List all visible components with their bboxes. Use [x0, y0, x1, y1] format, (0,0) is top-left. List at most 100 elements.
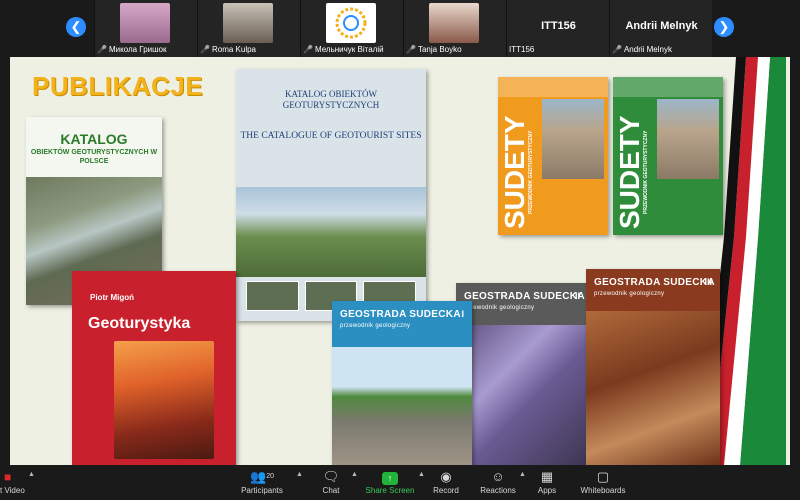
book-catalogue-geotourist: KATALOG OBIEKTÓW GEOTURYSTYCZNYCH THE CA…: [236, 69, 426, 321]
participant-tile[interactable]: 🎤 Мельничук Віталій: [300, 0, 403, 57]
participant-strip: ❮ 🎤 Микола Гришок 🎤 Roma Kulpa 🎤 Мельнич…: [0, 0, 800, 57]
chevron-up-icon[interactable]: ▲: [519, 471, 526, 478]
zoom-meeting-window: ❮ 🎤 Микола Гришок 🎤 Roma Kulpa 🎤 Мельнич…: [0, 0, 800, 500]
book-geoturystyka: Piotr Migoń Geoturystyka: [72, 271, 236, 465]
whiteboards-label: Whiteboards: [580, 486, 626, 495]
book-subtitle: OBIEKTÓW GEOTURYSTYCZNYCH W POLSCE: [30, 149, 158, 165]
participant-namebar: 🎤 Микола Гришок: [97, 43, 166, 55]
record-button[interactable]: ◉ Record: [430, 468, 462, 500]
share-screen-icon: ↑: [382, 472, 398, 485]
book-subtitle: PRZEWODNIK GEOTURYSTYCZNY: [643, 130, 649, 214]
participant-tile[interactable]: 🎤 Микола Гришок: [94, 0, 197, 57]
chevron-right-icon[interactable]: ❯: [714, 17, 734, 37]
chevron-up-icon[interactable]: ▲: [351, 471, 358, 478]
mic-muted-icon: 🎤: [200, 44, 210, 54]
mic-muted-icon: 🎤: [303, 44, 313, 54]
participant-display-name: ITT156: [541, 20, 576, 32]
chevron-left-icon[interactable]: ❮: [66, 17, 86, 37]
participant-video: [429, 3, 479, 43]
book-subtitle: przewodnik geologiczny: [340, 323, 411, 329]
meeting-toolbar: ■ t Video ▲ 👥20 Participants ▲ 🗨 Chat ▲ …: [0, 465, 800, 500]
apps-label: Apps: [537, 486, 557, 495]
book-title: Geoturystyka: [88, 315, 191, 332]
book-cover-photo: [114, 341, 214, 459]
participants-icon: 👥: [250, 469, 267, 484]
stop-video-label: t Video: [0, 486, 25, 495]
book-cover-photo: [456, 325, 588, 465]
book-title: SUDETY: [614, 115, 645, 229]
whiteboards-button[interactable]: ▢ Whiteboards: [578, 468, 628, 500]
participant-video: [223, 3, 273, 43]
chat-icon: 🗨: [322, 469, 340, 484]
video-off-icon: ■: [4, 470, 12, 484]
participants-label: Participants: [241, 486, 283, 495]
book-title: SUDETY: [499, 115, 530, 229]
book-title: KATALOG: [60, 131, 128, 147]
book-volume: I: [461, 309, 464, 319]
book-subtitle: PRZEWODNIK GEOTURYSTYCZNY: [528, 130, 534, 214]
book-title: GEOSTRADA SUDECKA: [340, 309, 461, 320]
reactions-button[interactable]: ☺ Reactions: [478, 468, 518, 500]
record-icon: ◉: [440, 469, 452, 484]
participant-namebar: ITT156: [509, 43, 534, 55]
participant-namebar: 🎤 Tanja Boyko: [406, 43, 462, 55]
mic-muted-icon: 🎤: [612, 44, 622, 54]
participant-tile[interactable]: Andrii Melnyk 🎤 Andrii Melnyk: [609, 0, 712, 57]
stop-video-button[interactable]: ■ t Video: [0, 468, 25, 495]
book-geostrada-i: GEOSTRADA SUDECKA przewodnik geologiczny…: [332, 301, 472, 465]
book-title-pl: KATALOG OBIEKTÓW GEOTURYSTYCZNYCH: [282, 89, 380, 110]
mic-muted-icon: 🎤: [406, 44, 416, 54]
record-label: Record: [433, 486, 459, 495]
participant-name: Мельничук Віталій: [314, 44, 384, 54]
participant-display-name: Andrii Melnyk: [625, 20, 698, 32]
reactions-icon: ☺: [491, 469, 505, 484]
participant-name: Roma Kulpa: [211, 44, 256, 54]
book-cover-photo: [236, 187, 426, 277]
participant-tile[interactable]: 🎤 Tanja Boyko: [403, 0, 506, 57]
participant-video: [326, 3, 376, 43]
book-sudety-green: SUDETY PRZEWODNIK GEOTURYSTYCZNY: [613, 77, 723, 235]
apps-button[interactable]: ▦ Apps: [534, 468, 560, 500]
apps-icon: ▦: [540, 469, 554, 484]
book-geostrada-iii: GEOSTRADA SUDECKA przewodnik geologiczny…: [586, 269, 720, 465]
book-cover-photo: [332, 347, 472, 465]
participant-name: Микола Гришок: [108, 44, 167, 54]
mic-muted-icon: 🎤: [97, 44, 107, 54]
book-title: GEOSTRADA SUDECKA: [594, 277, 715, 288]
participant-name: Andrii Melnyk: [623, 44, 672, 54]
chevron-up-icon[interactable]: ▲: [418, 471, 425, 478]
shared-slide: PUBLIKACJE KATALOG OBIEKTÓW GEOTURYSTYCZ…: [10, 57, 790, 465]
participant-namebar: 🎤 Мельничук Віталій: [303, 43, 384, 55]
chevron-up-icon[interactable]: ▲: [296, 471, 303, 478]
chat-button[interactable]: 🗨 Chat: [316, 468, 346, 500]
participant-name: Tanja Boyko: [417, 44, 462, 54]
book-cover-photo: [657, 99, 719, 179]
book-title-en: THE CATALOGUE OF GEOTOURIST SITES: [240, 131, 422, 141]
participant-video: [120, 3, 170, 43]
reactions-label: Reactions: [480, 486, 516, 495]
book-geostrada-ii: GEOSTRADA SUDECKA przewodnik geologiczny…: [456, 283, 588, 465]
participants-button[interactable]: 👥20 Participants: [240, 468, 284, 500]
participants-count: 20: [266, 473, 274, 480]
slide-title: PUBLIKACJE: [32, 71, 204, 101]
book-author: Piotr Migoń: [90, 293, 134, 302]
book-subtitle: przewodnik geologiczny: [464, 305, 535, 311]
book-subtitle: przewodnik geologiczny: [594, 291, 665, 297]
participant-namebar: 🎤 Andrii Melnyk: [612, 43, 672, 55]
book-title: GEOSTRADA SUDECKA: [464, 291, 585, 302]
participant-namebar: 🎤 Roma Kulpa: [200, 43, 256, 55]
share-screen-button[interactable]: ↑ Share Screen: [364, 468, 416, 500]
book-cover-photo: [542, 99, 604, 179]
participant-tile[interactable]: ITT156 ITT156: [506, 0, 609, 57]
book-cover-photo: [586, 311, 720, 465]
whiteboard-icon: ▢: [596, 469, 610, 484]
book-volume: III: [704, 277, 712, 287]
chat-label: Chat: [322, 486, 340, 495]
participant-name: ITT156: [509, 44, 535, 54]
participant-tile[interactable]: 🎤 Roma Kulpa: [197, 0, 300, 57]
book-volume: II: [574, 291, 580, 301]
chevron-up-icon[interactable]: ▲: [28, 471, 35, 478]
logo-icon: [335, 7, 367, 39]
share-screen-label: Share Screen: [365, 486, 415, 495]
book-sudety-orange: SUDETY PRZEWODNIK GEOTURYSTYCZNY: [498, 77, 608, 235]
